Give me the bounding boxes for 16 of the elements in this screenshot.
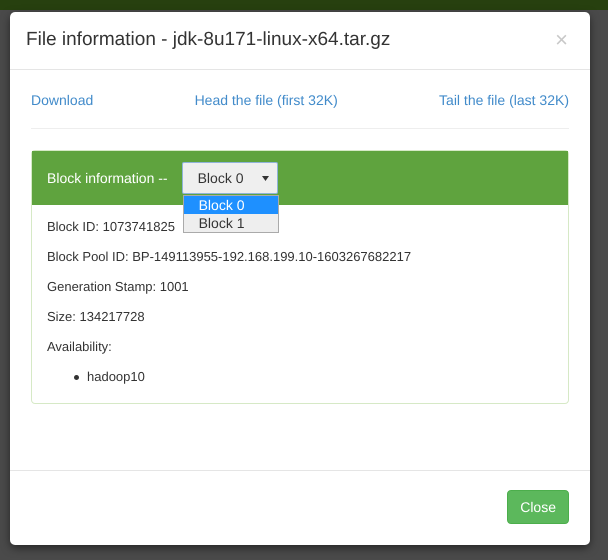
dialog-title: File information - jdk-8u171-linux-x64.tar.gz (26, 29, 390, 51)
bullet-icon (74, 374, 79, 380)
link[interactable]: Download (31, 92, 94, 108)
info-text: Size: 134217728 (47, 309, 145, 325)
link[interactable]: Tail the file (last 32K) (439, 92, 569, 108)
host-item: hadoop10 (87, 369, 145, 385)
block-select[interactable]: Block 0 (182, 162, 278, 194)
panel-heading: Block information -- (47, 170, 168, 186)
dropdown-option[interactable]: Block 0 (184, 196, 278, 214)
info-text: Generation Stamp: 1001 (47, 279, 189, 295)
link[interactable]: Head the file (first 32K) (194, 92, 338, 108)
close-button[interactable]: Close (507, 490, 569, 524)
caret-icon (262, 176, 269, 180)
info-text: Block ID: 1073741825 (47, 219, 175, 235)
info-text: Block Pool ID: BP-149113955-192.168.199.10-1603267682217 (47, 249, 412, 265)
info-text: Availability: (47, 339, 112, 355)
